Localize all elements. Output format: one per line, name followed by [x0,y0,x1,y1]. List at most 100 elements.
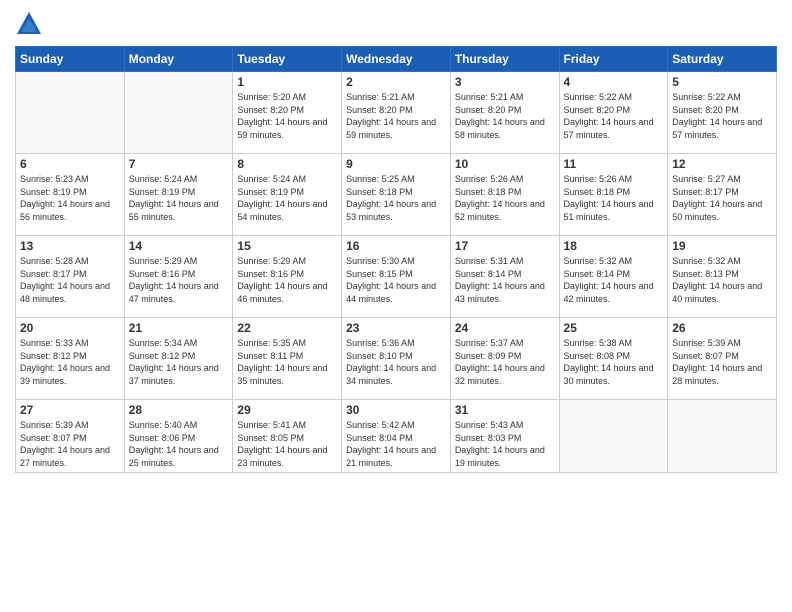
day-info: Sunrise: 5:26 AMSunset: 8:18 PMDaylight:… [564,173,664,223]
weekday-header-row: SundayMondayTuesdayWednesdayThursdayFrid… [16,47,777,72]
calendar-cell: 20 Sunrise: 5:33 AMSunset: 8:12 PMDayligh… [16,318,125,400]
day-number: 17 [455,239,555,253]
calendar-cell: 18 Sunrise: 5:32 AMSunset: 8:14 PMDayligh… [559,236,668,318]
day-number: 23 [346,321,446,335]
calendar-cell: 10Sunrise: 5:26 AMSunset: 8:18 PMDayligh… [450,154,559,236]
day-info: Sunrise: 5:23 AMSunset: 8:19 PMDaylight:… [20,173,120,223]
weekday-header-monday: Monday [124,47,233,72]
day-number: 7 [129,157,229,171]
day-info: Sunrise: 5:24 AMSunset: 8:19 PMDaylight:… [129,173,229,223]
day-info: Sunrise: 5:34 AMSunset: 8:12 PMDaylight:… [129,337,229,387]
day-info: Sunrise: 5:38 AMSunset: 8:08 PMDaylight:… [564,337,664,387]
day-info: Sunrise: 5:35 AMSunset: 8:11 PMDaylight:… [237,337,337,387]
day-info: Sunrise: 5:20 AMSunset: 8:20 PMDaylight:… [237,91,337,141]
calendar-cell: 8 Sunrise: 5:24 AMSunset: 8:19 PMDaylight… [233,154,342,236]
day-info: Sunrise: 5:40 AMSunset: 8:06 PMDaylight:… [129,419,229,469]
weekday-header-wednesday: Wednesday [342,47,451,72]
calendar-cell: 5Sunrise: 5:22 AMSunset: 8:20 PMDaylight… [668,72,777,154]
day-number: 10 [455,157,555,171]
calendar-cell: 12Sunrise: 5:27 AMSunset: 8:17 PMDayligh… [668,154,777,236]
calendar-cell [559,400,668,473]
day-info: Sunrise: 5:22 AMSunset: 8:20 PMDaylight:… [564,91,664,141]
day-info: Sunrise: 5:39 AMSunset: 8:07 PMDaylight:… [672,337,772,387]
calendar-week-3: 13Sunrise: 5:28 AMSunset: 8:17 PMDayligh… [16,236,777,318]
calendar-cell: 17Sunrise: 5:31 AMSunset: 8:14 PMDayligh… [450,236,559,318]
calendar-cell: 3 Sunrise: 5:21 AMSunset: 8:20 PMDaylight… [450,72,559,154]
day-number: 27 [20,403,120,417]
day-number: 1 [237,75,337,89]
weekday-header-thursday: Thursday [450,47,559,72]
day-info: Sunrise: 5:32 AMSunset: 8:14 PMDaylight:… [564,255,664,305]
calendar-cell: 14Sunrise: 5:29 AMSunset: 8:16 PMDayligh… [124,236,233,318]
calendar-cell: 31 Sunrise: 5:43 AMSunset: 8:03 PMDayligh… [450,400,559,473]
day-info: Sunrise: 5:32 AMSunset: 8:13 PMDaylight:… [672,255,772,305]
day-info: Sunrise: 5:21 AMSunset: 8:20 PMDaylight:… [455,91,555,141]
day-info: Sunrise: 5:27 AMSunset: 8:17 PMDaylight:… [672,173,772,223]
weekday-header-friday: Friday [559,47,668,72]
day-info: Sunrise: 5:28 AMSunset: 8:17 PMDaylight:… [20,255,120,305]
calendar-cell: 27 Sunrise: 5:39 AMSunset: 8:07 PMDayligh… [16,400,125,473]
day-number: 28 [129,403,229,417]
day-number: 22 [237,321,337,335]
day-info: Sunrise: 5:25 AMSunset: 8:18 PMDaylight:… [346,173,446,223]
calendar-cell: 16 Sunrise: 5:30 AMSunset: 8:15 PMDayligh… [342,236,451,318]
day-info: Sunrise: 5:24 AMSunset: 8:19 PMDaylight:… [237,173,337,223]
day-number: 30 [346,403,446,417]
calendar-cell [668,400,777,473]
day-number: 26 [672,321,772,335]
calendar-cell [16,72,125,154]
calendar-cell: 29Sunrise: 5:41 AMSunset: 8:05 PMDayligh… [233,400,342,473]
calendar-cell: 25 Sunrise: 5:38 AMSunset: 8:08 PMDayligh… [559,318,668,400]
day-info: Sunrise: 5:29 AMSunset: 8:16 PMDaylight:… [237,255,337,305]
day-number: 8 [237,157,337,171]
day-number: 25 [564,321,664,335]
calendar-week-4: 20 Sunrise: 5:33 AMSunset: 8:12 PMDayligh… [16,318,777,400]
day-number: 21 [129,321,229,335]
day-info: Sunrise: 5:43 AMSunset: 8:03 PMDaylight:… [455,419,555,469]
day-info: Sunrise: 5:33 AMSunset: 8:12 PMDaylight:… [20,337,120,387]
calendar-cell: 23 Sunrise: 5:36 AMSunset: 8:10 PMDayligh… [342,318,451,400]
day-info: Sunrise: 5:21 AMSunset: 8:20 PMDaylight:… [346,91,446,141]
calendar-cell: 24 Sunrise: 5:37 AMSunset: 8:09 PMDayligh… [450,318,559,400]
day-number: 31 [455,403,555,417]
calendar-week-2: 6Sunrise: 5:23 AMSunset: 8:19 PMDaylight… [16,154,777,236]
calendar-cell: 22 Sunrise: 5:35 AMSunset: 8:11 PMDayligh… [233,318,342,400]
calendar-cell: 19 Sunrise: 5:32 AMSunset: 8:13 PMDayligh… [668,236,777,318]
day-info: Sunrise: 5:37 AMSunset: 8:09 PMDaylight:… [455,337,555,387]
day-number: 14 [129,239,229,253]
calendar-cell: 26 Sunrise: 5:39 AMSunset: 8:07 PMDayligh… [668,318,777,400]
day-number: 15 [237,239,337,253]
logo-icon [15,10,43,38]
day-number: 18 [564,239,664,253]
weekday-header-sunday: Sunday [16,47,125,72]
calendar-cell: 21 Sunrise: 5:34 AMSunset: 8:12 PMDayligh… [124,318,233,400]
calendar-cell: 13Sunrise: 5:28 AMSunset: 8:17 PMDayligh… [16,236,125,318]
day-number: 20 [20,321,120,335]
calendar-cell: 7 Sunrise: 5:24 AMSunset: 8:19 PMDaylight… [124,154,233,236]
calendar-cell: 1 Sunrise: 5:20 AMSunset: 8:20 PMDaylight… [233,72,342,154]
day-number: 16 [346,239,446,253]
calendar-cell: 30 Sunrise: 5:42 AMSunset: 8:04 PMDayligh… [342,400,451,473]
calendar-cell: 28 Sunrise: 5:40 AMSunset: 8:06 PMDayligh… [124,400,233,473]
day-info: Sunrise: 5:39 AMSunset: 8:07 PMDaylight:… [20,419,120,469]
calendar-table: SundayMondayTuesdayWednesdayThursdayFrid… [15,46,777,473]
calendar-cell: 11Sunrise: 5:26 AMSunset: 8:18 PMDayligh… [559,154,668,236]
weekday-header-tuesday: Tuesday [233,47,342,72]
calendar-cell: 4 Sunrise: 5:22 AMSunset: 8:20 PMDaylight… [559,72,668,154]
day-number: 19 [672,239,772,253]
day-number: 4 [564,75,664,89]
calendar-week-5: 27 Sunrise: 5:39 AMSunset: 8:07 PMDayligh… [16,400,777,473]
page: SundayMondayTuesdayWednesdayThursdayFrid… [0,0,792,612]
day-info: Sunrise: 5:41 AMSunset: 8:05 PMDaylight:… [237,419,337,469]
weekday-header-saturday: Saturday [668,47,777,72]
day-number: 3 [455,75,555,89]
day-info: Sunrise: 5:36 AMSunset: 8:10 PMDaylight:… [346,337,446,387]
day-number: 24 [455,321,555,335]
calendar-cell: 2Sunrise: 5:21 AMSunset: 8:20 PMDaylight… [342,72,451,154]
day-info: Sunrise: 5:42 AMSunset: 8:04 PMDaylight:… [346,419,446,469]
day-info: Sunrise: 5:30 AMSunset: 8:15 PMDaylight:… [346,255,446,305]
calendar-cell: 9Sunrise: 5:25 AMSunset: 8:18 PMDaylight… [342,154,451,236]
day-number: 5 [672,75,772,89]
calendar-cell [124,72,233,154]
calendar-week-1: 1 Sunrise: 5:20 AMSunset: 8:20 PMDaylight… [16,72,777,154]
